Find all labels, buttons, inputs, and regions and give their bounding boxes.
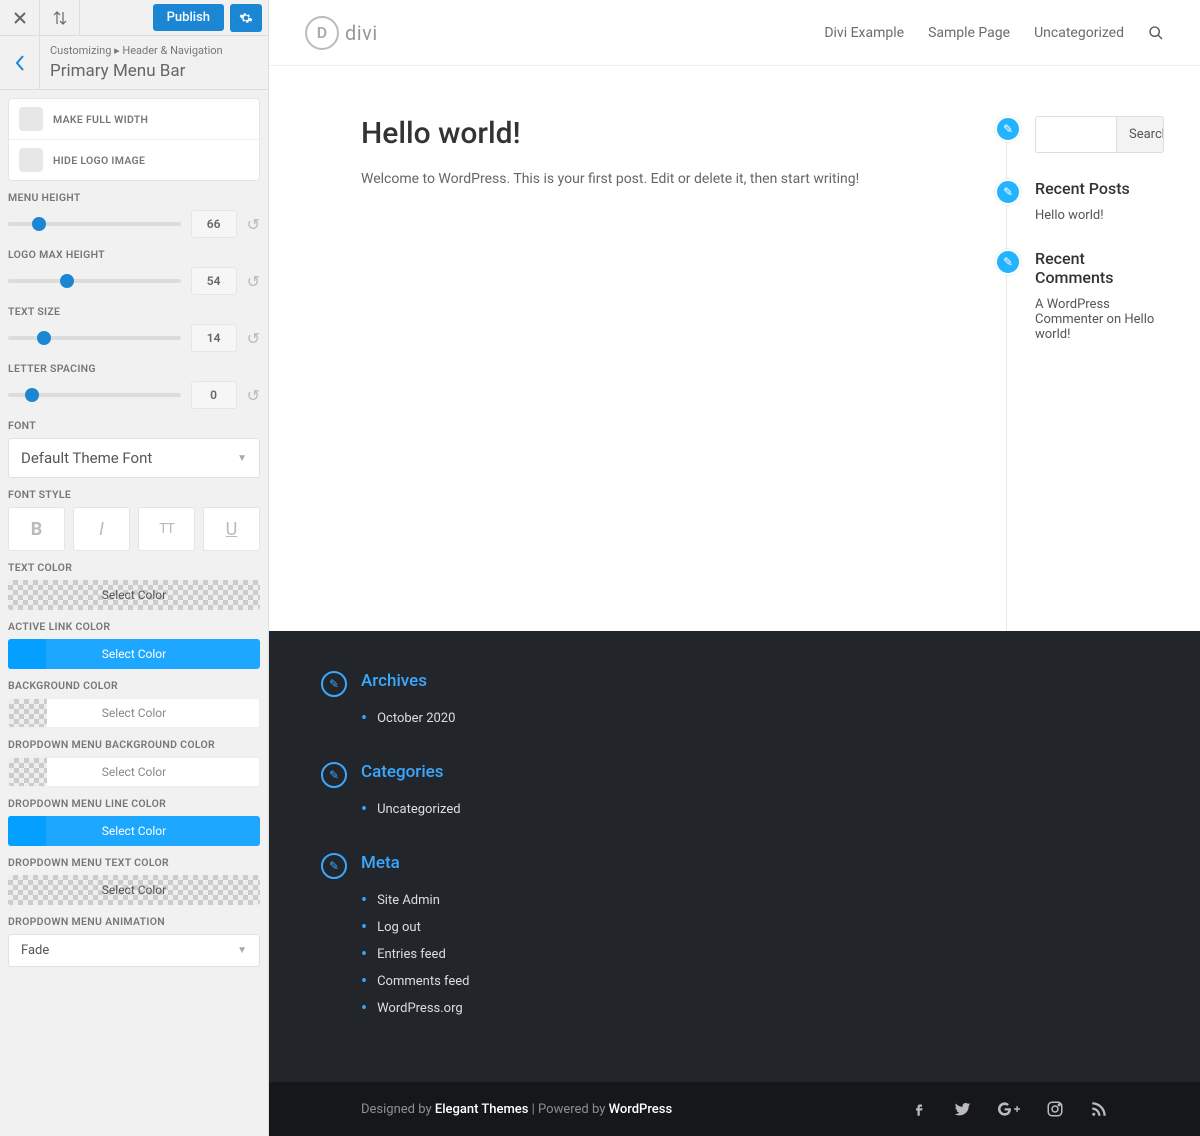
dd-line-color-picker[interactable]: Select Color: [8, 816, 260, 846]
underline-button[interactable]: U: [203, 507, 260, 551]
footer-link[interactable]: Entries feed: [361, 941, 721, 968]
chevron-down-icon: ▼: [237, 453, 247, 464]
nav-item[interactable]: Uncategorized: [1034, 25, 1124, 41]
logo-max-height-slider[interactable]: [8, 279, 181, 283]
instagram-icon[interactable]: [1046, 1100, 1064, 1118]
footer-widget-title: ✎ Meta: [361, 853, 721, 873]
make-full-width-label: MAKE FULL WIDTH: [53, 113, 148, 126]
edit-widget-button[interactable]: ✎: [995, 179, 1021, 205]
close-button[interactable]: [0, 0, 40, 36]
menu-height-reset[interactable]: ↺: [247, 215, 260, 234]
hide-logo-toggle[interactable]: [19, 148, 43, 172]
panel-title: Primary Menu Bar: [50, 61, 223, 81]
publish-button[interactable]: Publish: [153, 4, 224, 31]
footer-widget-title: ✎ Archives: [361, 671, 721, 691]
active-link-color-label: ACTIVE LINK COLOR: [8, 620, 260, 633]
search-input[interactable]: [1036, 117, 1116, 152]
menu-height-slider[interactable]: [8, 222, 181, 226]
breadcrumb: Customizing ▸ Header & Navigation: [50, 44, 223, 57]
widget-title: Recent Posts: [1035, 179, 1164, 198]
footer-link[interactable]: WordPress.org: [361, 995, 721, 1022]
nav-item[interactable]: Sample Page: [928, 25, 1010, 41]
italic-button[interactable]: I: [73, 507, 130, 551]
font-select[interactable]: Default Theme Font ▼: [8, 438, 260, 478]
logo-max-height-value[interactable]: 54: [191, 267, 237, 295]
text-size-reset[interactable]: ↺: [247, 329, 260, 348]
text-color-picker[interactable]: Select Color: [8, 580, 260, 610]
text-size-label: TEXT SIZE: [8, 305, 260, 318]
nav-item[interactable]: Divi Example: [824, 25, 904, 41]
dd-bg-color-label: DROPDOWN MENU BACKGROUND COLOR: [8, 738, 260, 751]
font-label: FONT: [8, 419, 260, 432]
text-color-label: TEXT COLOR: [8, 561, 260, 574]
edit-widget-button[interactable]: ✎: [321, 671, 347, 697]
letter-spacing-reset[interactable]: ↺: [247, 386, 260, 405]
footer-widget-title: ✎ Categories: [361, 762, 721, 782]
publish-settings-button[interactable]: [230, 4, 262, 32]
googleplus-icon[interactable]: [998, 1100, 1020, 1118]
site-logo[interactable]: D divi: [305, 16, 378, 50]
letter-spacing-label: LETTER SPACING: [8, 362, 260, 375]
footer-link[interactable]: Site Admin: [361, 887, 721, 914]
letter-spacing-value[interactable]: 0: [191, 381, 237, 409]
dd-line-color-label: DROPDOWN MENU LINE COLOR: [8, 797, 260, 810]
search-icon[interactable]: [1148, 25, 1164, 41]
footer-link[interactable]: Log out: [361, 914, 721, 941]
rss-icon[interactable]: [1090, 1100, 1108, 1118]
footer-credit: Designed by Elegant Themes | Powered by …: [361, 1102, 672, 1117]
search-widget: Search: [1035, 116, 1164, 153]
bold-button[interactable]: B: [8, 507, 65, 551]
footer-link[interactable]: Uncategorized: [361, 796, 721, 823]
footer-link[interactable]: Comments feed: [361, 968, 721, 995]
dd-text-color-label: DROPDOWN MENU TEXT COLOR: [8, 856, 260, 869]
logo-max-height-label: LOGO MAX HEIGHT: [8, 248, 260, 261]
hide-logo-label: HIDE LOGO IMAGE: [53, 154, 145, 167]
menu-height-label: MENU HEIGHT: [8, 191, 260, 204]
background-color-picker[interactable]: Select Color: [8, 698, 260, 728]
text-size-value[interactable]: 14: [191, 324, 237, 352]
edit-widget-button[interactable]: ✎: [995, 249, 1021, 275]
dd-bg-color-picker[interactable]: Select Color: [8, 757, 260, 787]
logo-icon: D: [305, 16, 339, 50]
make-full-width-toggle[interactable]: [19, 107, 43, 131]
device-switch-button[interactable]: [40, 0, 80, 36]
post-body: Welcome to WordPress. This is your first…: [361, 169, 978, 190]
post-title: Hello world!: [361, 116, 978, 151]
letter-spacing-slider[interactable]: [8, 393, 181, 397]
dd-animation-label: DROPDOWN MENU ANIMATION: [8, 915, 260, 928]
font-style-label: FONT STYLE: [8, 488, 260, 501]
widget-title: Recent Comments: [1035, 249, 1164, 287]
edit-widget-button[interactable]: ✎: [321, 762, 347, 788]
back-button[interactable]: [0, 36, 40, 89]
menu-height-value[interactable]: 66: [191, 210, 237, 238]
uppercase-button[interactable]: TT: [138, 507, 195, 551]
text-size-slider[interactable]: [8, 336, 181, 340]
logo-max-height-reset[interactable]: ↺: [247, 272, 260, 291]
search-button[interactable]: Search: [1116, 117, 1164, 152]
active-link-color-picker[interactable]: Select Color: [8, 639, 260, 669]
footer-link[interactable]: October 2020: [361, 705, 721, 732]
background-color-label: BACKGROUND COLOR: [8, 679, 260, 692]
logo-text: divi: [345, 21, 378, 45]
dd-text-color-picker[interactable]: Select Color: [8, 875, 260, 905]
widget-comment[interactable]: A WordPress Commenter on Hello world!: [1035, 297, 1164, 342]
dd-animation-select[interactable]: Fade ▼: [8, 934, 260, 967]
twitter-icon[interactable]: [954, 1100, 972, 1118]
edit-widget-button[interactable]: ✎: [995, 116, 1021, 142]
widget-link[interactable]: Hello world!: [1035, 208, 1164, 223]
edit-widget-button[interactable]: ✎: [321, 853, 347, 879]
facebook-icon[interactable]: [910, 1100, 928, 1118]
chevron-down-icon: ▼: [237, 945, 247, 956]
